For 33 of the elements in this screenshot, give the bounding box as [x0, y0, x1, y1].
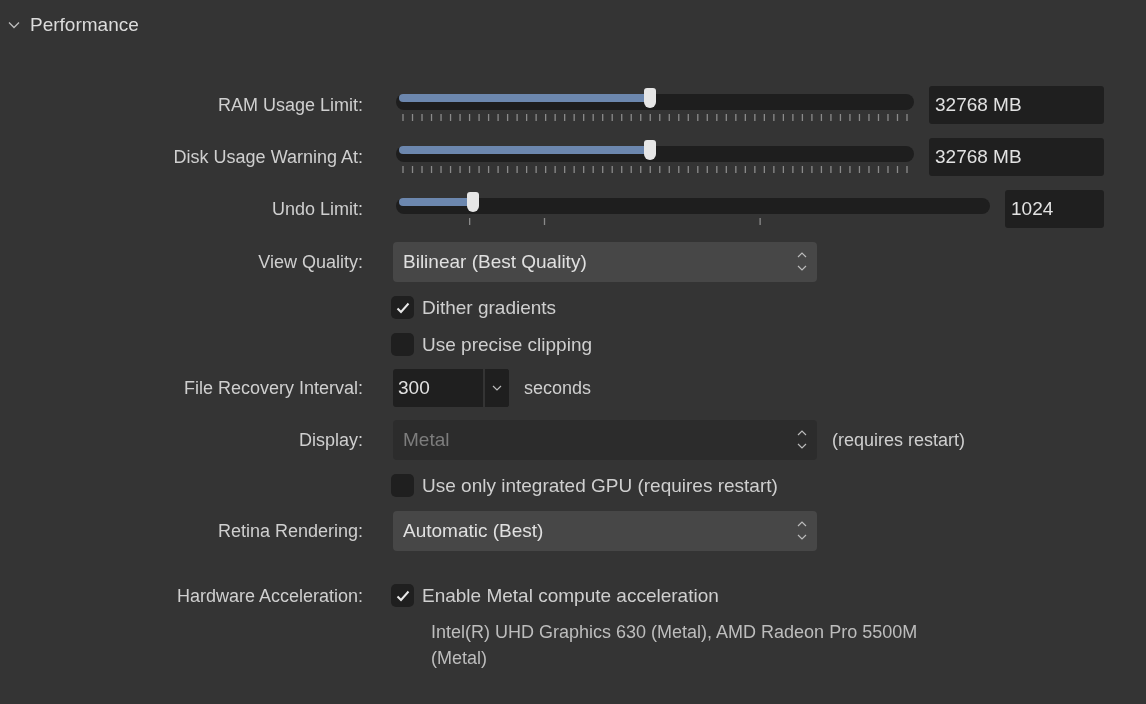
restart-note: (requires restart) [832, 429, 966, 451]
up-down-chevron-icon [797, 520, 807, 542]
value-field[interactable]: 1024 [1005, 190, 1104, 228]
checkmark-icon [395, 589, 410, 602]
field-label: File Recovery Interval: [183, 377, 364, 399]
slider-track[interactable] [396, 194, 990, 224]
slider-track[interactable] [396, 90, 914, 120]
dropdown-select[interactable]: Automatic (Best) [393, 511, 817, 551]
field-label: Retina Rendering: [217, 520, 364, 542]
value-field[interactable]: 32768 MB [929, 86, 1104, 124]
checkbox-label: Dither gradients [422, 296, 557, 319]
gpu-info-text: Intel(R) UHD Graphics 630 (Metal), AMD Radeon Pro 5500M (Metal) [431, 621, 919, 670]
dropdown-select[interactable]: Bilinear (Best Quality) [393, 242, 817, 282]
field-label: RAM Usage Limit: [217, 94, 364, 116]
checkmark-icon [395, 301, 410, 314]
checkbox-label: Use precise clipping [422, 333, 593, 356]
field-label: Display: [298, 429, 364, 451]
checkbox[interactable] [391, 584, 414, 607]
field-label: Undo Limit: [271, 198, 364, 220]
field-label: View Quality: [258, 251, 364, 273]
field-label: Disk Usage Warning At: [173, 146, 364, 168]
checkbox-label: Use only integrated GPU (requires restart) [422, 474, 778, 497]
up-down-chevron-icon [797, 251, 807, 273]
slider-track[interactable] [396, 142, 914, 172]
chevron-down-icon [492, 385, 502, 391]
up-down-chevron-icon [797, 429, 807, 451]
slider-thumb[interactable] [467, 192, 480, 212]
value-field[interactable]: 32768 MB [929, 138, 1104, 176]
section-title: Performance [30, 14, 139, 36]
checkbox[interactable] [391, 296, 414, 319]
field-label: Hardware Acceleration: [176, 586, 364, 607]
checkbox-label: Enable Metal compute acceleration [422, 584, 719, 607]
unit-label: seconds [524, 377, 592, 399]
